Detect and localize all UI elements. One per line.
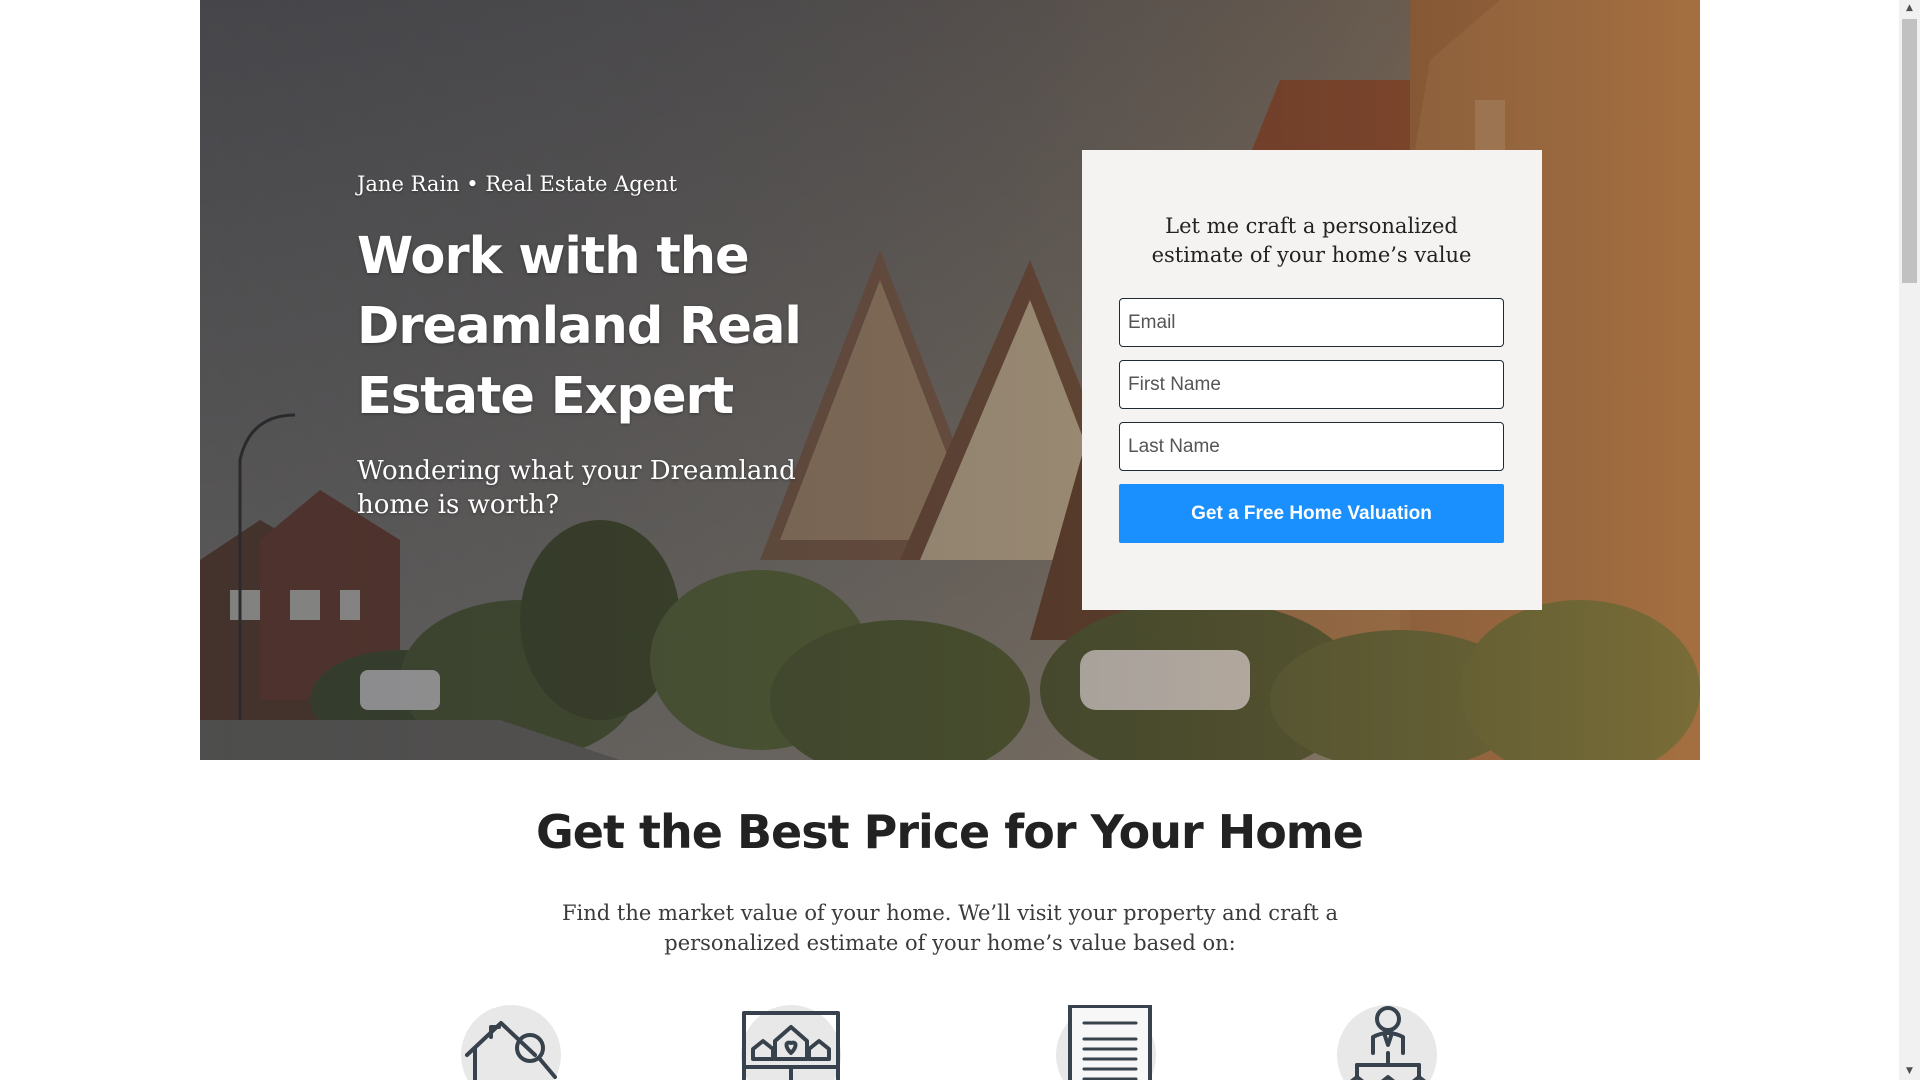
form-heading: Let me craft a personalized estimate of … bbox=[1151, 214, 1472, 267]
scroll-down-arrow-icon[interactable]: ▼ bbox=[1899, 1063, 1920, 1080]
email-field[interactable] bbox=[1119, 298, 1504, 347]
page: Jane Rain • Real Estate Agent Work with … bbox=[0, 0, 1899, 1080]
feature-house-search bbox=[461, 1005, 565, 1080]
house-search-icon bbox=[465, 1021, 557, 1080]
scrollbar-thumb[interactable] bbox=[1902, 19, 1917, 283]
section-description: Find the market value of your home. We’l… bbox=[561, 901, 1339, 955]
hero-copy: Jane Rain • Real Estate Agent Work with … bbox=[357, 172, 817, 522]
document-icon bbox=[1068, 1005, 1152, 1080]
feature-house-listing bbox=[741, 1005, 845, 1080]
vertical-scrollbar[interactable]: ▲ ▼ bbox=[1899, 0, 1920, 1080]
hero-title: Work with the Dreamland Real Estate Expe… bbox=[357, 227, 802, 426]
hero-subtitle: Wondering what your Dreamland home is wo… bbox=[357, 456, 796, 520]
agent-network-icon bbox=[1350, 1006, 1426, 1080]
free-home-valuation-button[interactable]: Get a Free Home Valuation bbox=[1119, 484, 1504, 543]
feature-agent-network bbox=[1337, 1005, 1441, 1080]
scroll-up-arrow-icon[interactable]: ▲ bbox=[1899, 0, 1920, 17]
agent-name-line: Jane Rain • Real Estate Agent bbox=[357, 172, 678, 196]
valuation-form: Let me craft a personalized estimate of … bbox=[1082, 150, 1542, 610]
first-name-field[interactable] bbox=[1119, 360, 1504, 409]
last-name-field[interactable] bbox=[1119, 422, 1504, 471]
hero-section: Jane Rain • Real Estate Agent Work with … bbox=[200, 0, 1700, 760]
section-title: Get the Best Price for Your Home bbox=[536, 805, 1364, 859]
house-listing-sign-icon bbox=[742, 1011, 840, 1080]
feature-document bbox=[1056, 1005, 1160, 1080]
